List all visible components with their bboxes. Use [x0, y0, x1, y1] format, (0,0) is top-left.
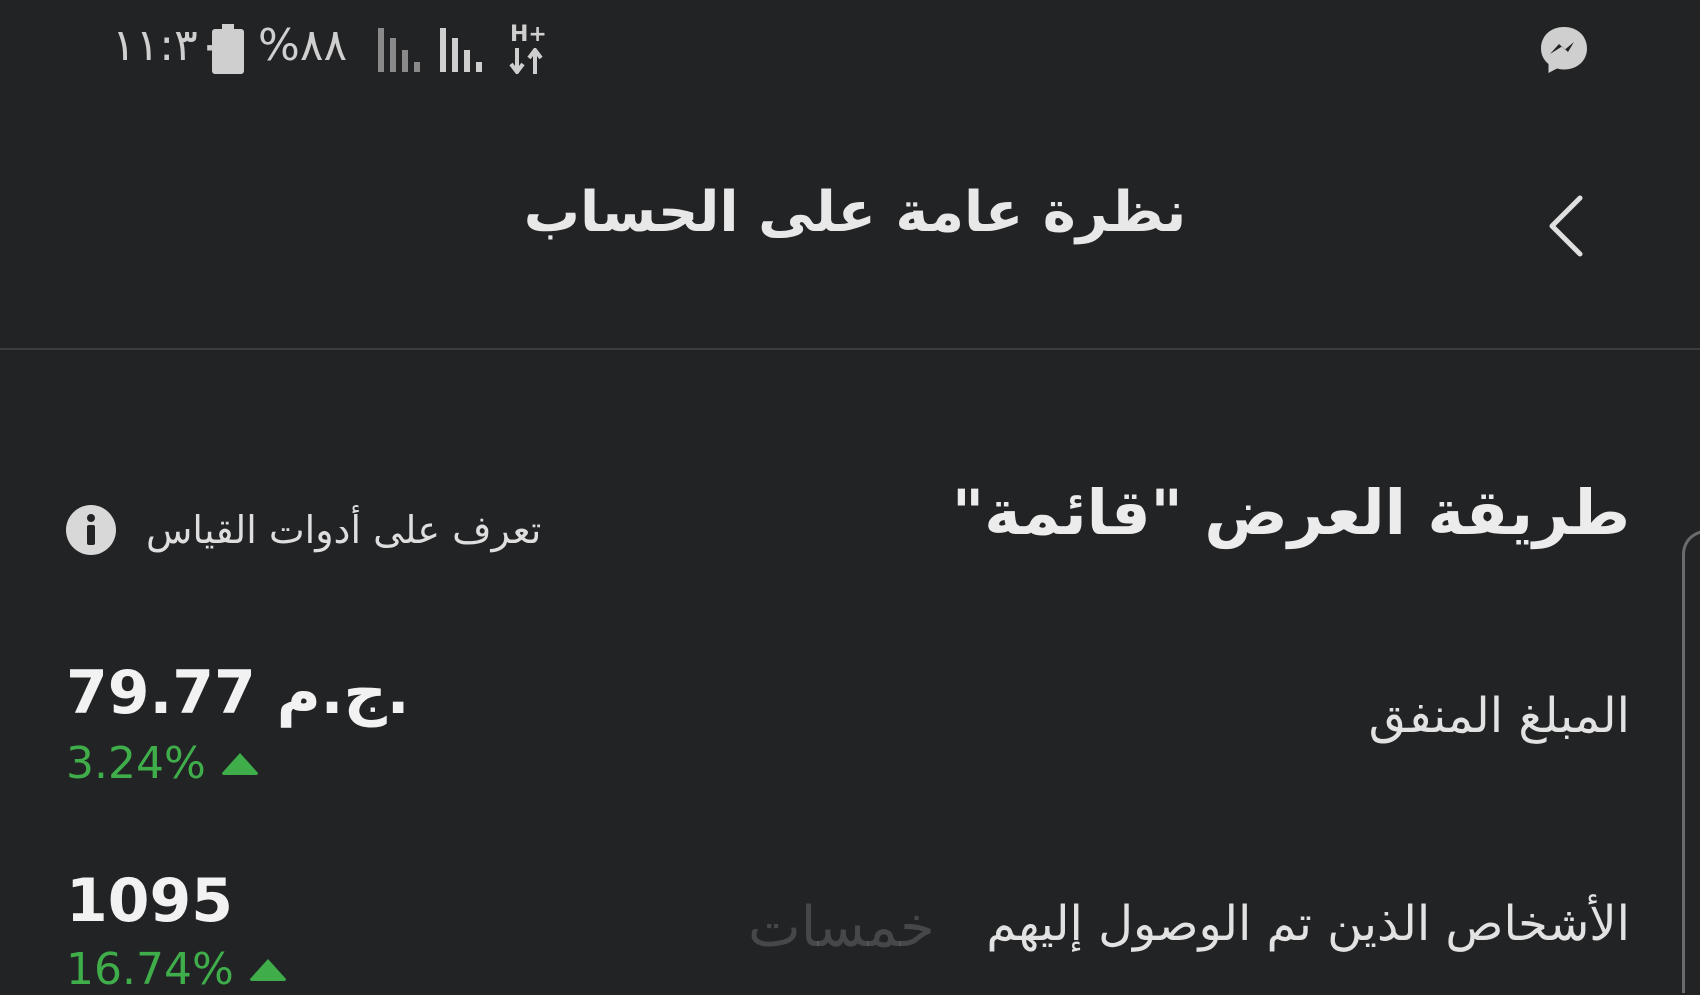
trend-up-icon — [221, 752, 258, 775]
info-icon — [66, 505, 116, 555]
status-bar: ١١:٣٠ %٨٨ H+ — [0, 0, 1700, 100]
metric-value-reach: 1095 — [66, 866, 233, 936]
chevron-left-icon — [1549, 195, 1583, 257]
network-arrows-icon: H+ — [508, 22, 548, 74]
network-type-label: H+ — [510, 22, 547, 47]
messenger-icon — [1541, 27, 1587, 73]
learn-metrics-link[interactable]: تعرف على أدوات القياس — [66, 500, 541, 560]
battery-percent: %٨٨ — [258, 20, 348, 71]
learn-metrics-label: تعرف على أدوات القياس — [146, 508, 542, 552]
status-time: ١١:٣٠ — [112, 20, 222, 71]
section-title: طريقة العرض "قائمة" — [951, 476, 1630, 549]
page-title: نظرة عامة على الحساب — [523, 180, 1187, 245]
back-button[interactable] — [1540, 186, 1600, 266]
signal-icon — [378, 28, 420, 72]
scroll-edge — [1682, 530, 1700, 993]
change-percent: 3.24% — [66, 738, 206, 789]
signal-icon — [440, 28, 482, 72]
metric-value-amount-spent: 79.77 ج.م. — [66, 658, 410, 728]
metric-label-amount-spent: المبلغ المنفق — [1368, 688, 1630, 744]
watermark: خمسات — [748, 895, 935, 960]
metric-label-reach: الأشخاص الذين تم الوصول إليهم — [986, 896, 1630, 952]
metric-change-amount-spent: 3.24% — [66, 738, 260, 789]
battery-icon — [212, 24, 244, 74]
